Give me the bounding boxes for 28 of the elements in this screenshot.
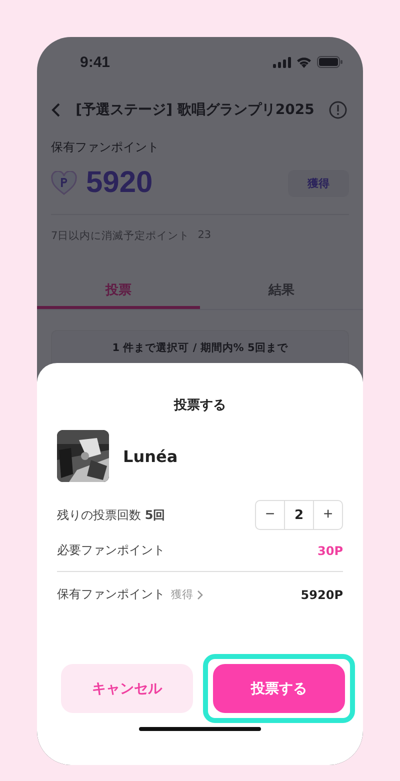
- signal-icon: [273, 56, 291, 68]
- status-time: 9:41: [80, 54, 110, 70]
- tab[interactable]: 結果: [200, 273, 363, 309]
- wifi-icon: [296, 56, 312, 68]
- points-label: 保有ファンポイント: [51, 139, 160, 156]
- point-heart-icon: [51, 171, 77, 195]
- vote-count: 2: [284, 501, 314, 529]
- owned-points-label: 保有ファンポイント: [57, 586, 165, 603]
- points-value: 5920: [86, 166, 154, 200]
- increment-button[interactable]: +: [314, 501, 342, 529]
- vote-button[interactable]: 投票する: [213, 664, 345, 713]
- cancel-button[interactable]: キャンセル: [61, 664, 193, 713]
- required-points-label: 必要ファンポイント: [57, 542, 165, 559]
- page-title: [予選ステージ] 歌唱グランプリ2025: [76, 101, 314, 119]
- info-icon: [328, 101, 347, 119]
- owned-points-value: 5920P: [300, 588, 343, 602]
- chevron-icon: [197, 590, 203, 600]
- required-points-value: 30P: [318, 544, 343, 558]
- sheet-title: 投票する: [172, 397, 227, 414]
- tab[interactable]: 投票: [37, 273, 200, 309]
- decrement-button[interactable]: −: [256, 501, 284, 529]
- vote-stepper[interactable]: − 2 +: [255, 500, 343, 530]
- remaining-votes-text: 残りの投票回数 5回: [57, 506, 166, 524]
- earn-link[interactable]: 獲得: [171, 587, 203, 602]
- back-chevron-icon: [51, 102, 61, 118]
- battery-icon: [317, 56, 343, 68]
- earn-button[interactable]: 獲得: [288, 170, 349, 196]
- candidate-name: Lunéa: [123, 446, 178, 466]
